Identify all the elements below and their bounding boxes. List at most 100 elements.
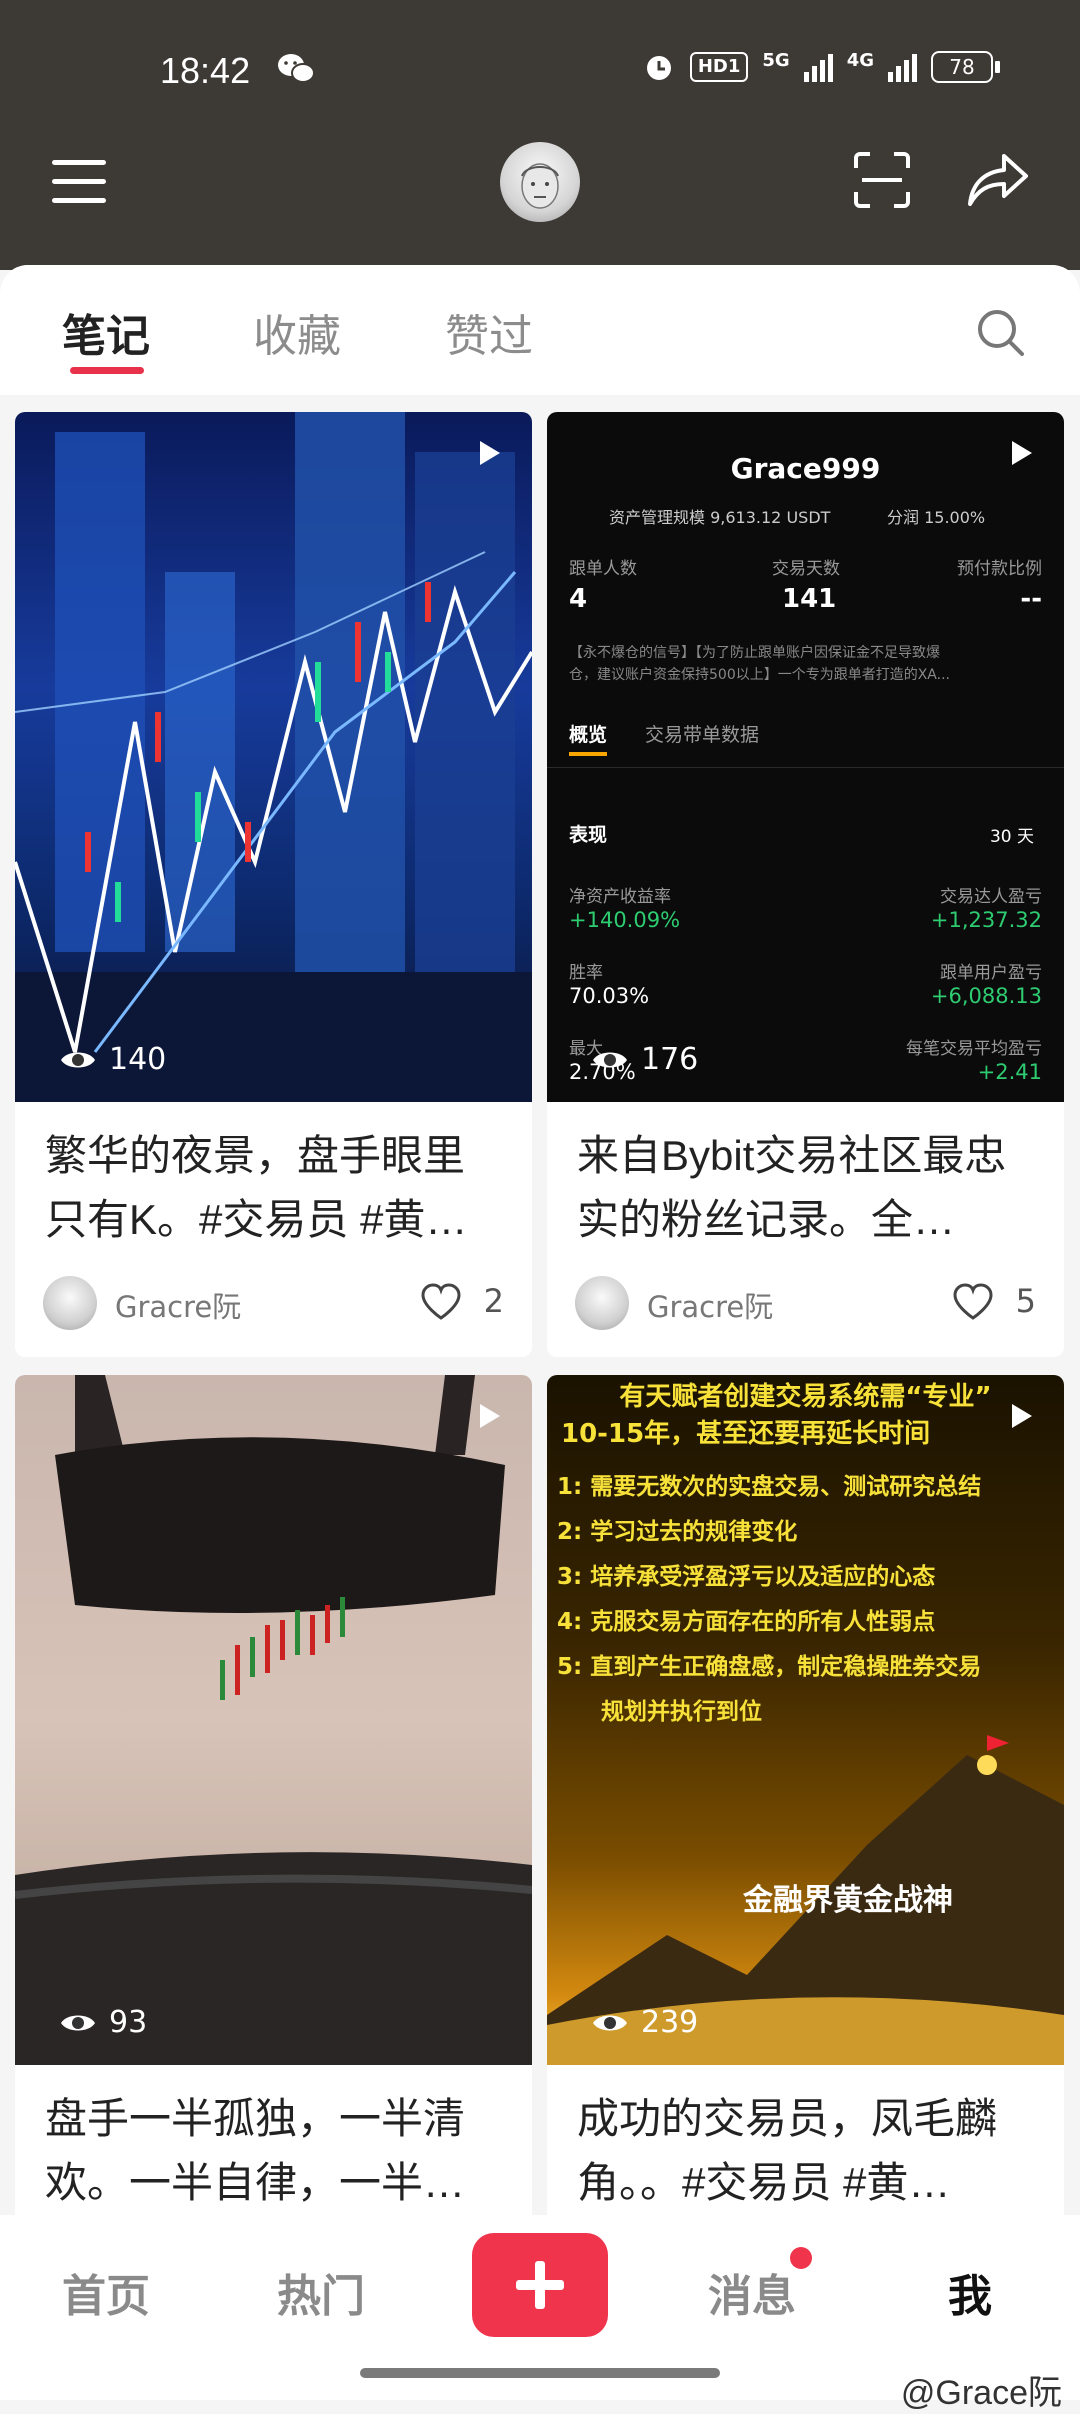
- dashboard-share: 分润 15.00%: [887, 508, 986, 527]
- view-count-value: 239: [641, 2005, 699, 2040]
- nav-me[interactable]: 我: [948, 2260, 992, 2324]
- alarm-icon: [646, 56, 671, 80]
- message-badge: [790, 2247, 812, 2269]
- network-5g-label: 5G: [762, 50, 790, 71]
- poster-title-2: 10-15年，甚至还要再延长时间: [561, 1419, 931, 1449]
- note-card[interactable]: 有天赋者创建交易系统需“专业” 10-15年，甚至还要再延长时间 1: 需要无数…: [547, 1375, 1064, 2275]
- avatar-face-icon: [521, 163, 559, 209]
- content-sheet: 笔记 收藏 赞过 140 繁华的夜景，盘手眼里只有K。#交易员 #黄… Grac…: [0, 265, 1080, 2400]
- active-tab-indicator: [70, 367, 144, 374]
- dashboard-trader-pnl-value: +1,237.32: [930, 908, 1042, 932]
- signal-5g-icon: [803, 52, 833, 82]
- author-name[interactable]: Gracre阮: [647, 1284, 773, 1326]
- top-header: 18:42 HD1 5G 4G 78: [0, 0, 1080, 270]
- play-icon: [480, 1404, 500, 1428]
- dashboard-followers-label: 跟单人数: [569, 559, 637, 579]
- view-count: 176: [591, 1042, 698, 1077]
- eye-icon: [593, 1052, 627, 1067]
- scan-icon[interactable]: [852, 150, 912, 210]
- note-caption: 来自Bybit交易社区最忠实的粉丝记录。全…: [577, 1132, 1007, 1243]
- signal-4g-icon: [888, 52, 917, 82]
- search-icon[interactable]: [975, 307, 1027, 359]
- battery-level: 78: [949, 55, 975, 79]
- create-post-button[interactable]: [472, 2233, 608, 2337]
- note-meta: Gracre阮 5: [547, 1252, 1064, 1352]
- note-thumbnail: 93: [15, 1375, 532, 2065]
- play-icon: [1012, 441, 1032, 465]
- dashboard-tab-underline: [569, 752, 607, 756]
- dashboard-winrate-value: 70.03%: [569, 984, 650, 1008]
- poster-item: 3: 培养承受浮盈浮亏以及适应的心态: [557, 1564, 936, 1590]
- eye-icon: [61, 2015, 95, 2030]
- battery-icon: 78: [931, 51, 1000, 83]
- profile-tabs: 笔记 收藏 赞过: [0, 265, 1080, 395]
- heart-icon[interactable]: [420, 1282, 462, 1322]
- share-icon[interactable]: [966, 150, 1030, 210]
- nav-hot[interactable]: 热门: [277, 2260, 365, 2324]
- home-indicator[interactable]: [360, 2368, 720, 2378]
- status-icons: HD1 5G 4G 78: [642, 50, 1000, 84]
- note-caption: 盘手一半孤独，一半清欢。一半自律，一半…: [45, 2095, 466, 2206]
- menu-icon[interactable]: [52, 160, 106, 204]
- status-time: 18:42: [160, 50, 251, 91]
- note-meta: Gracre阮 2: [15, 1252, 532, 1352]
- nav-home[interactable]: 首页: [62, 2260, 150, 2324]
- play-icon: [480, 441, 500, 465]
- dashboard-roi-value: +140.09%: [569, 908, 681, 932]
- dashboard-desc-line2: 仓，建议账户资金保持500以上】一个专为跟单者打造的XA...: [569, 667, 950, 683]
- city-kline-image: [15, 412, 532, 1102]
- dashboard-follower-pnl-value: +6,088.13: [930, 984, 1042, 1008]
- dashboard-prepay-value: --: [1020, 584, 1042, 614]
- dashboard-followers-value: 4: [569, 584, 588, 614]
- view-count: 140: [59, 1042, 166, 1077]
- dashboard-divider: [547, 767, 1064, 768]
- profile-avatar[interactable]: [500, 142, 580, 222]
- wechat-icon: [278, 54, 315, 83]
- note-thumbnail: Grace999 资产管理规模 9,613.12 USDT 分润 15.00% …: [547, 412, 1064, 1102]
- dashboard-perf-label: 表现: [569, 824, 608, 846]
- poster-text: 有天赋者创建交易系统需“专业” 10-15年，甚至还要再延长时间 1: 需要无数…: [547, 1375, 1064, 1735]
- poster-item: 4: 克服交易方面存在的所有人性弱点: [557, 1609, 936, 1635]
- dashboard-desc-line1: 【永不爆仓的信号】【为了防止跟单账户因保证金不足导致爆: [569, 645, 940, 661]
- tab-notes[interactable]: 笔记: [62, 300, 150, 364]
- dashboard-roi-label: 净资产收益率: [569, 887, 671, 907]
- poster-item: 1: 需要无数次的实盘交易、测试研究总结: [557, 1474, 982, 1500]
- tab-liked[interactable]: 赞过: [445, 300, 533, 364]
- poster-title-1: 有天赋者创建交易系统需“专业”: [619, 1382, 992, 1412]
- tab-favorites[interactable]: 收藏: [253, 300, 341, 364]
- view-count-value: 176: [641, 1042, 699, 1077]
- view-count: 93: [59, 2005, 147, 2040]
- heart-icon[interactable]: [952, 1282, 994, 1322]
- nav-messages[interactable]: 消息: [708, 2260, 796, 2324]
- status-bar: 18:42 HD1 5G 4G 78: [0, 0, 1080, 140]
- dashboard-avg-pnl-label: 每笔交易平均盈亏: [906, 1039, 1042, 1059]
- view-count-value: 140: [109, 1042, 167, 1077]
- dashboard-period: 30 天: [989, 827, 1034, 847]
- view-count-value: 93: [109, 2005, 148, 2040]
- poster-item: 2: 学习过去的规律变化: [557, 1519, 798, 1545]
- dashboard-tab-overview: 概览: [569, 724, 608, 746]
- dashboard-trader-name: Grace999: [730, 452, 881, 485]
- author-name[interactable]: Gracre阮: [115, 1284, 241, 1326]
- note-card[interactable]: 93 盘手一半孤独，一半清欢。一半自律，一半…: [15, 1375, 532, 2275]
- network-4g-label: 4G: [846, 50, 874, 71]
- play-icon: [1012, 1404, 1032, 1428]
- like-count: 5: [1015, 1282, 1036, 1320]
- photo-image: [15, 1375, 532, 2065]
- dashboard-winrate-label: 胜率: [569, 963, 603, 983]
- eye-icon: [61, 1052, 95, 1067]
- note-thumbnail: 140: [15, 412, 532, 1102]
- note-card[interactable]: 140 繁华的夜景，盘手眼里只有K。#交易员 #黄… Gracre阮 2: [15, 412, 532, 1357]
- eye-icon: [593, 2015, 627, 2030]
- dashboard-aum: 资产管理规模 9,613.12 USDT: [609, 508, 831, 527]
- author-avatar[interactable]: [43, 1276, 97, 1330]
- note-card[interactable]: Grace999 资产管理规模 9,613.12 USDT 分润 15.00% …: [547, 412, 1064, 1357]
- poster-item: 5: 直到产生正确盘感，制定稳操胜券交易: [557, 1654, 982, 1680]
- dashboard-follower-pnl-label: 跟单用户盈亏: [940, 963, 1042, 983]
- like-count: 2: [483, 1282, 504, 1320]
- dashboard-tab-data: 交易带单数据: [645, 724, 760, 746]
- view-count: 239: [591, 2005, 698, 2040]
- watermark: @Grace阮: [900, 2374, 1062, 2412]
- author-avatar[interactable]: [575, 1276, 629, 1330]
- note-caption: 繁华的夜景，盘手眼里只有K。#交易员 #黄…: [45, 1132, 468, 1243]
